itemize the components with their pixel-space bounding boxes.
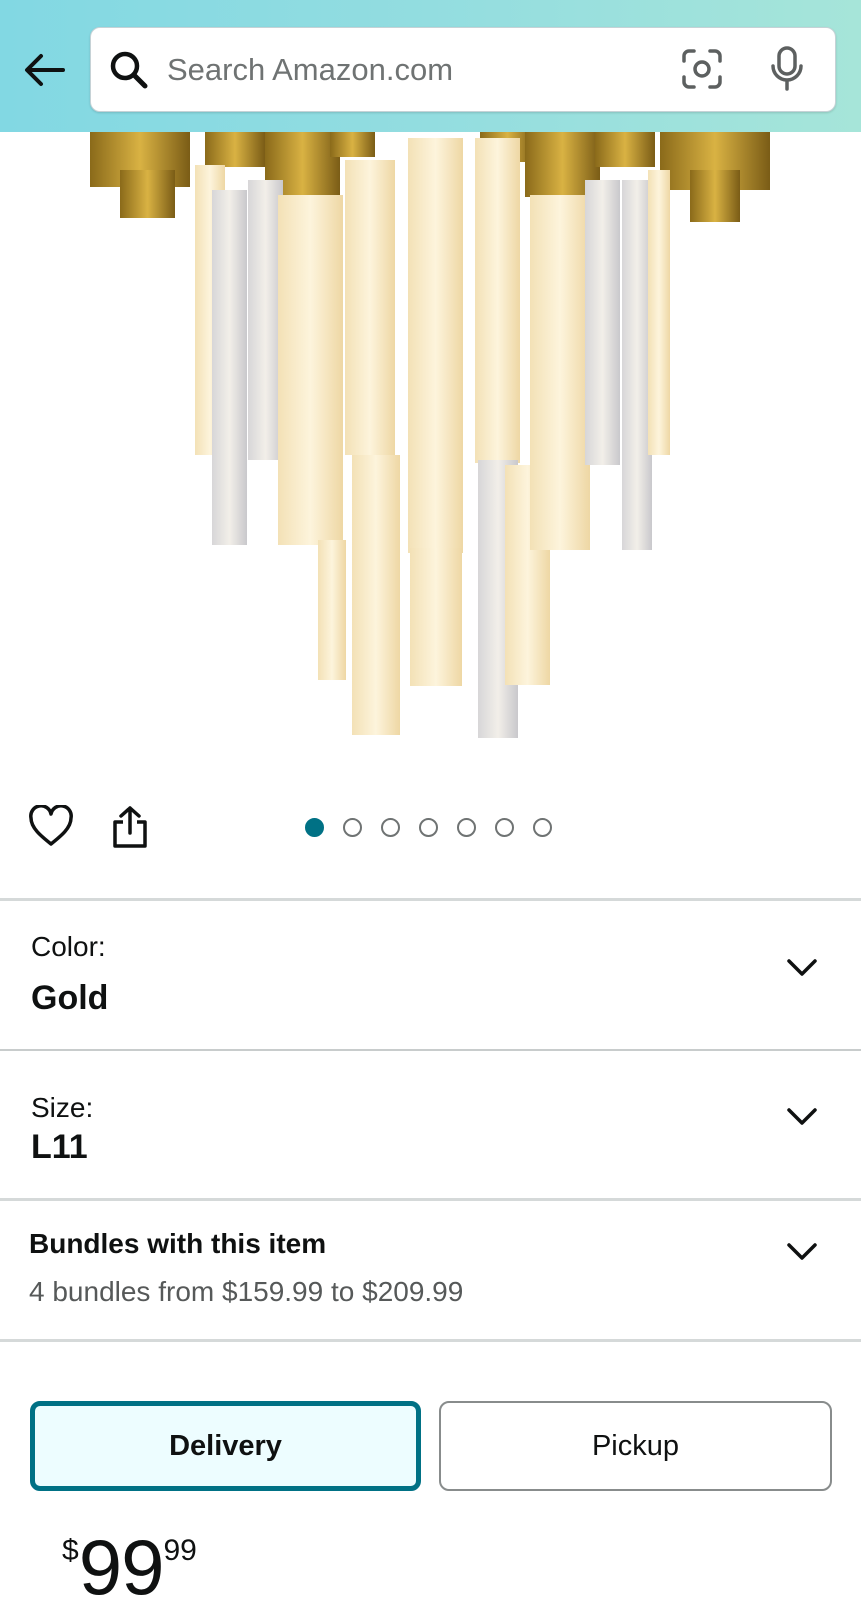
add-to-list-button[interactable] xyxy=(28,804,74,852)
chandelier-image xyxy=(90,132,770,738)
bundles-subtitle: 4 bundles from $159.99 to $209.99 xyxy=(29,1276,464,1307)
image-pagination xyxy=(305,818,552,837)
product-image[interactable] xyxy=(0,132,861,772)
pagination-dot[interactable] xyxy=(343,818,362,837)
chevron-down-icon xyxy=(787,1108,817,1125)
share-icon xyxy=(113,806,147,848)
divider xyxy=(0,1339,861,1342)
pickup-tab-button[interactable]: Pickup xyxy=(439,1401,832,1491)
color-selector[interactable]: Color: Gold xyxy=(0,901,861,1049)
price-fraction: 99 xyxy=(163,1534,197,1567)
price: $ 99 99 xyxy=(62,1522,197,1600)
camera-scan-icon[interactable] xyxy=(681,48,723,90)
back-button[interactable] xyxy=(22,48,66,92)
bundles-section[interactable]: Bundles with this item 4 bundles from $1… xyxy=(0,1201,861,1339)
pagination-dot[interactable] xyxy=(457,818,476,837)
pagination-dot[interactable] xyxy=(381,818,400,837)
share-button[interactable] xyxy=(110,805,150,854)
pagination-dot[interactable] xyxy=(495,818,514,837)
delivery-tab-button[interactable]: Delivery xyxy=(30,1401,421,1491)
pagination-dot[interactable] xyxy=(305,818,324,837)
size-label: Size: xyxy=(31,1092,94,1123)
arrow-left-icon xyxy=(25,54,65,86)
price-currency-symbol: $ xyxy=(62,1534,79,1567)
search-input[interactable] xyxy=(167,28,727,111)
size-value: L11 xyxy=(31,1128,88,1166)
chevron-down-icon xyxy=(787,959,817,976)
color-label: Color: xyxy=(31,931,106,962)
size-selector[interactable]: Size: L11 xyxy=(0,1051,861,1198)
price-whole: 99 xyxy=(78,1523,165,1600)
chevron-down-icon xyxy=(787,1243,817,1260)
microphone-icon[interactable] xyxy=(769,46,805,92)
heart-icon xyxy=(29,804,73,846)
pagination-dot[interactable] xyxy=(533,818,552,837)
search-icon[interactable] xyxy=(109,50,149,90)
bundles-title: Bundles with this item xyxy=(29,1228,327,1259)
search-box[interactable] xyxy=(90,27,836,112)
color-value: Gold xyxy=(31,979,109,1017)
top-header xyxy=(0,0,861,132)
pagination-dot[interactable] xyxy=(419,818,438,837)
